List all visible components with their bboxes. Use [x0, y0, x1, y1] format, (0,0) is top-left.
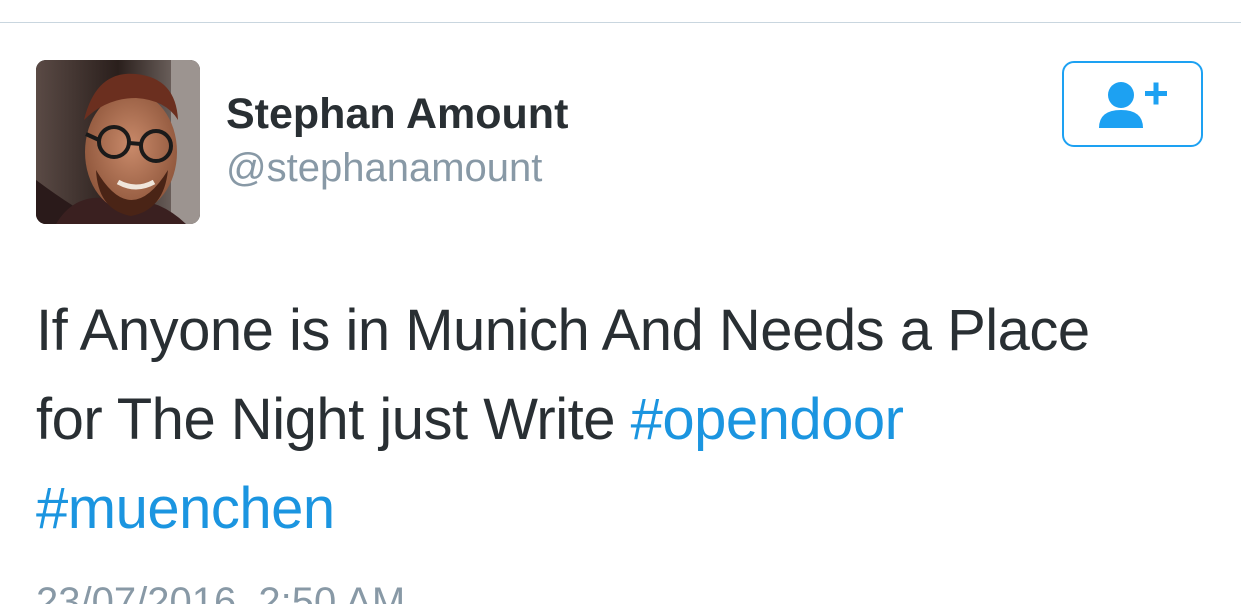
tweet-text-line-1: If Anyone is in Munich And Needs a Place [36, 298, 1090, 363]
tweet-text-line-2: for The Night just Write [36, 387, 631, 452]
top-divider [0, 22, 1241, 23]
avatar-photo [36, 60, 200, 224]
follow-user-plus-icon [1098, 82, 1167, 128]
hashtag-muenchen[interactable]: #muenchen [36, 476, 335, 541]
avatar[interactable] [36, 60, 200, 224]
author-display-name[interactable]: Stephan Amount [226, 88, 568, 140]
hashtag-opendoor[interactable]: #opendoor [631, 387, 904, 452]
tweet-timestamp[interactable]: 23/07/2016, 2:50 AM [36, 578, 405, 604]
author-handle[interactable]: @stephanamount [226, 144, 542, 192]
follow-button[interactable] [1062, 61, 1203, 147]
tweet-text: If Anyone is in Munich And Needs a Place… [36, 286, 1216, 553]
